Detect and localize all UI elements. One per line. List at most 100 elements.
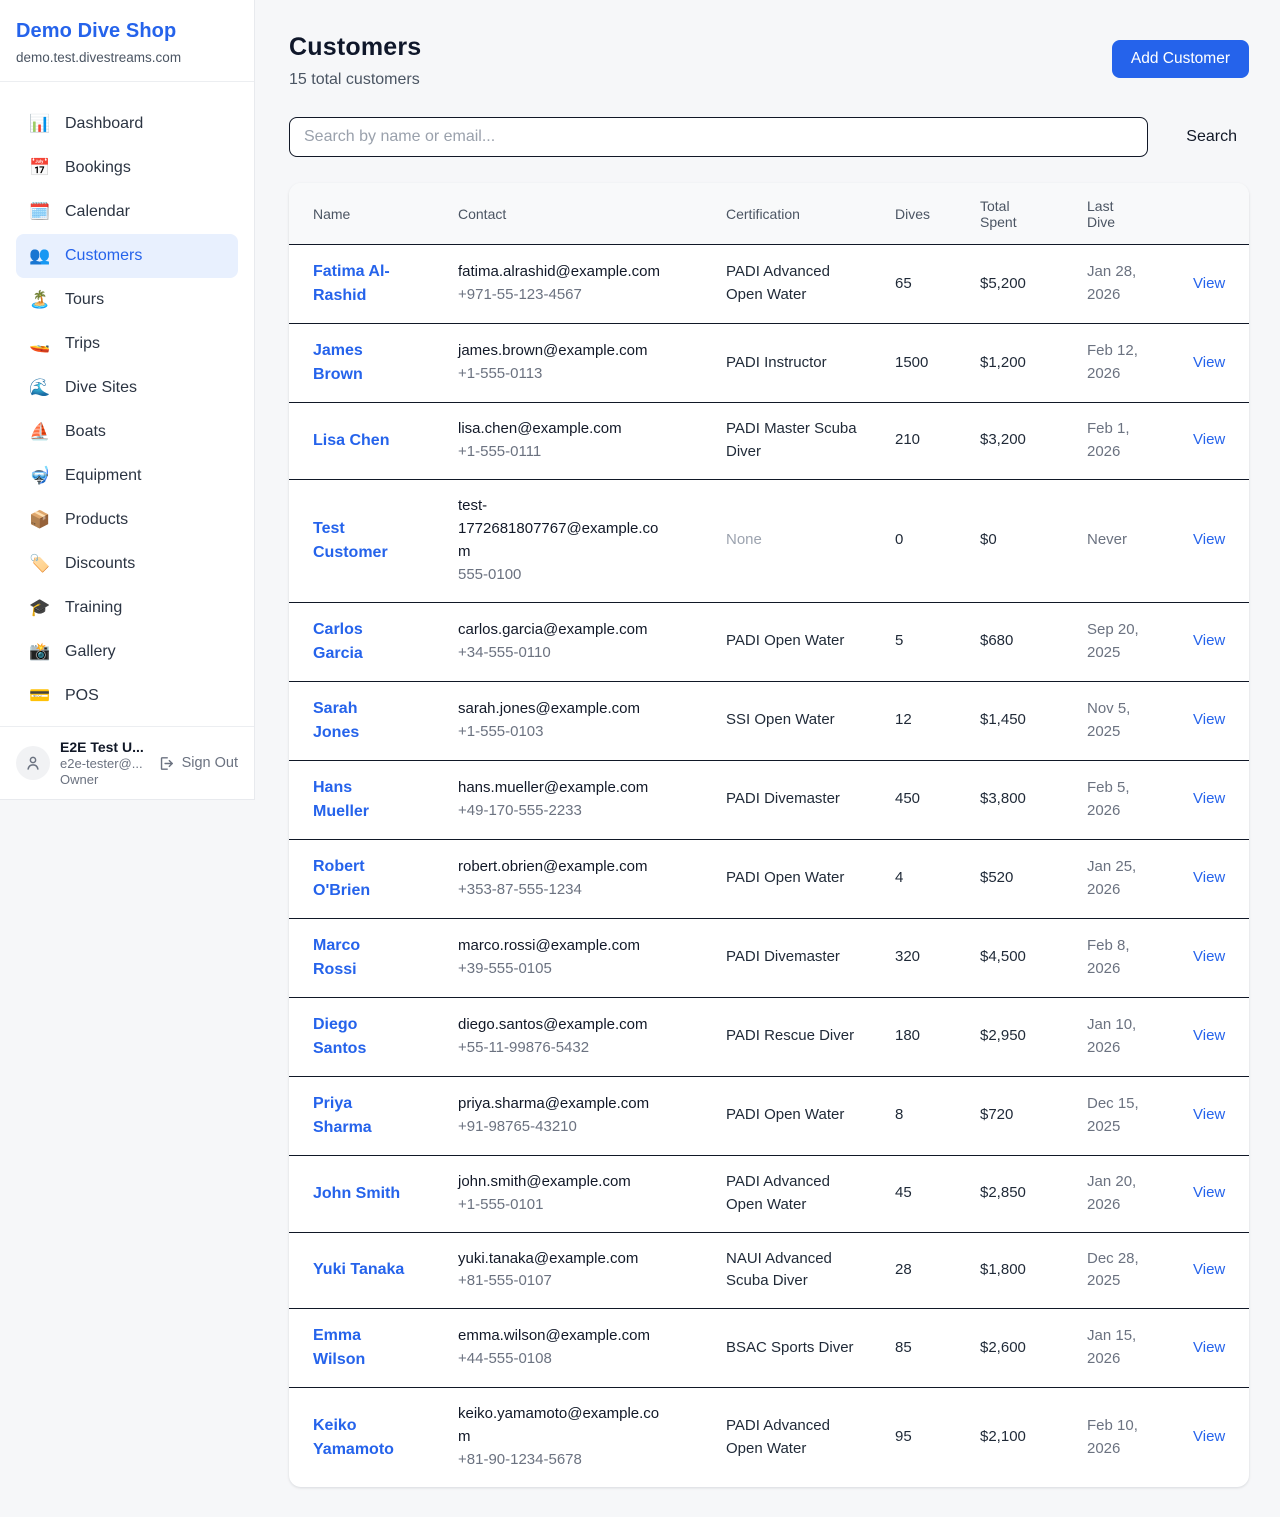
customer-certification: PADI Open Water — [702, 1077, 871, 1156]
customer-name-link[interactable]: Carlos Garcia — [313, 618, 405, 666]
sidebar-item-label: Dashboard — [65, 115, 143, 133]
view-link[interactable]: View — [1193, 1339, 1225, 1356]
shop-name: Demo Dive Shop — [16, 20, 238, 43]
view-link[interactable]: View — [1193, 1106, 1225, 1123]
user-name: E2E Test U... — [60, 739, 148, 755]
main-content: Customers 15 total customers Add Custome… — [256, 0, 1280, 1517]
column-header-certification: Certification — [702, 183, 871, 245]
customer-last-dive: Never — [1063, 480, 1169, 603]
view-link[interactable]: View — [1193, 869, 1225, 886]
customer-total-spent: $520 — [956, 840, 1063, 919]
sidebar-item-boats[interactable]: ⛵ Boats — [16, 410, 238, 454]
customer-name-link[interactable]: Emma Wilson — [313, 1324, 405, 1372]
customer-name-link[interactable]: Marco Rossi — [313, 934, 405, 982]
customer-name-link[interactable]: Yuki Tanaka — [313, 1258, 404, 1282]
user-info: E2E Test U... e2e-tester@... Owner — [60, 739, 148, 787]
customer-dives: 12 — [871, 682, 956, 761]
customer-total-spent: $2,850 — [956, 1156, 1063, 1233]
sidebar-item-customers[interactable]: 👥 Customers — [16, 234, 238, 278]
sidebar-item-bookings[interactable]: 📅 Bookings — [16, 146, 238, 190]
sidebar-item-label: Discounts — [65, 555, 135, 573]
customer-dives: 5 — [871, 603, 956, 682]
sidebar-item-tours[interactable]: 🏝️ Tours — [16, 278, 238, 322]
sidebar-item-label: Trips — [65, 335, 100, 353]
customer-name-link[interactable]: Lisa Chen — [313, 429, 389, 453]
table-row: Lisa Chen lisa.chen@example.com +1-555-0… — [289, 403, 1249, 480]
customer-name-link[interactable]: James Brown — [313, 339, 405, 387]
customer-email: james.brown@example.com — [458, 340, 670, 363]
sidebar-item-equipment[interactable]: 🤿 Equipment — [16, 454, 238, 498]
customer-certification: PADI Rescue Diver — [702, 998, 871, 1077]
customer-name-link[interactable]: Fatima Al-Rashid — [313, 260, 405, 308]
sidebar-item-products[interactable]: 📦 Products — [16, 498, 238, 542]
customers-table: NameContactCertificationDivesTotal Spent… — [289, 183, 1249, 1487]
customer-dives: 210 — [871, 403, 956, 480]
customer-name-link[interactable]: Test Customer — [313, 517, 405, 565]
sidebar-item-label: POS — [65, 687, 99, 705]
customer-email: diego.santos@example.com — [458, 1014, 670, 1037]
customer-email: yuki.tanaka@example.com — [458, 1248, 670, 1271]
customer-total-spent: $3,800 — [956, 761, 1063, 840]
customer-total-spent: $4,500 — [956, 919, 1063, 998]
customer-name-link[interactable]: Robert O'Brien — [313, 855, 405, 903]
customer-total-spent: $1,200 — [956, 324, 1063, 403]
customer-name-link[interactable]: Keiko Yamamoto — [313, 1414, 405, 1462]
view-link[interactable]: View — [1193, 711, 1225, 728]
column-header-total-spent: Total Spent — [956, 183, 1063, 245]
customer-email: lisa.chen@example.com — [458, 418, 670, 441]
view-link[interactable]: View — [1193, 354, 1225, 371]
sidebar-item-label: Equipment — [65, 467, 142, 485]
trips-icon: 🚤 — [28, 334, 52, 354]
customer-name-link[interactable]: Priya Sharma — [313, 1092, 405, 1140]
customer-name-link[interactable]: Diego Santos — [313, 1013, 405, 1061]
sidebar-item-label: Boats — [65, 423, 106, 441]
view-link[interactable]: View — [1193, 531, 1225, 548]
customer-total-spent: $720 — [956, 1077, 1063, 1156]
table-row: James Brown james.brown@example.com +1-5… — [289, 324, 1249, 403]
customer-dives: 28 — [871, 1233, 956, 1310]
sidebar-item-trips[interactable]: 🚤 Trips — [16, 322, 238, 366]
sidebar-item-label: Customers — [65, 247, 142, 265]
customer-dives: 450 — [871, 761, 956, 840]
view-link[interactable]: View — [1193, 431, 1225, 448]
tours-icon: 🏝️ — [28, 290, 52, 310]
view-link[interactable]: View — [1193, 1261, 1225, 1278]
view-link[interactable]: View — [1193, 1428, 1225, 1445]
customer-name-link[interactable]: Hans Mueller — [313, 776, 405, 824]
user-role: Owner — [60, 772, 148, 787]
table-row: Carlos Garcia carlos.garcia@example.com … — [289, 603, 1249, 682]
search-row: Search — [289, 117, 1249, 157]
customer-name-link[interactable]: John Smith — [313, 1182, 400, 1206]
customer-email: marco.rossi@example.com — [458, 935, 670, 958]
sign-out-button[interactable]: Sign Out — [158, 755, 238, 772]
customer-email: carlos.garcia@example.com — [458, 619, 670, 642]
sidebar-item-discounts[interactable]: 🏷️ Discounts — [16, 542, 238, 586]
sidebar-item-dashboard[interactable]: 📊 Dashboard — [16, 102, 238, 146]
customer-phone: 555-0100 — [458, 564, 694, 587]
sidebar-item-calendar[interactable]: 🗓️ Calendar — [16, 190, 238, 234]
customer-name-link[interactable]: Sarah Jones — [313, 697, 405, 745]
user-email: e2e-tester@... — [60, 756, 148, 771]
view-link[interactable]: View — [1193, 632, 1225, 649]
search-button[interactable]: Search — [1174, 120, 1249, 154]
sidebar-item-gallery[interactable]: 📸 Gallery — [16, 630, 238, 674]
view-link[interactable]: View — [1193, 1027, 1225, 1044]
sidebar-item-pos[interactable]: 💳 POS — [16, 674, 238, 718]
table-header: NameContactCertificationDivesTotal Spent… — [289, 183, 1249, 245]
sidebar-item-dive-sites[interactable]: 🌊 Dive Sites — [16, 366, 238, 410]
view-link[interactable]: View — [1193, 948, 1225, 965]
search-input[interactable] — [289, 117, 1148, 157]
sidebar-item-training[interactable]: 🎓 Training — [16, 586, 238, 630]
view-link[interactable]: View — [1193, 1184, 1225, 1201]
customer-dives: 1500 — [871, 324, 956, 403]
view-link[interactable]: View — [1193, 790, 1225, 807]
view-link[interactable]: View — [1193, 275, 1225, 292]
add-customer-button[interactable]: Add Customer — [1112, 40, 1249, 78]
customer-last-dive: Dec 28, 2025 — [1063, 1233, 1169, 1310]
customer-total-spent: $2,100 — [956, 1388, 1063, 1487]
customer-phone: +49-170-555-2233 — [458, 800, 694, 823]
pos-icon: 💳 — [28, 686, 52, 706]
customer-last-dive: Jan 20, 2026 — [1063, 1156, 1169, 1233]
table-row: Fatima Al-Rashid fatima.alrashid@example… — [289, 245, 1249, 324]
customer-phone: +55-11-99876-5432 — [458, 1037, 694, 1060]
